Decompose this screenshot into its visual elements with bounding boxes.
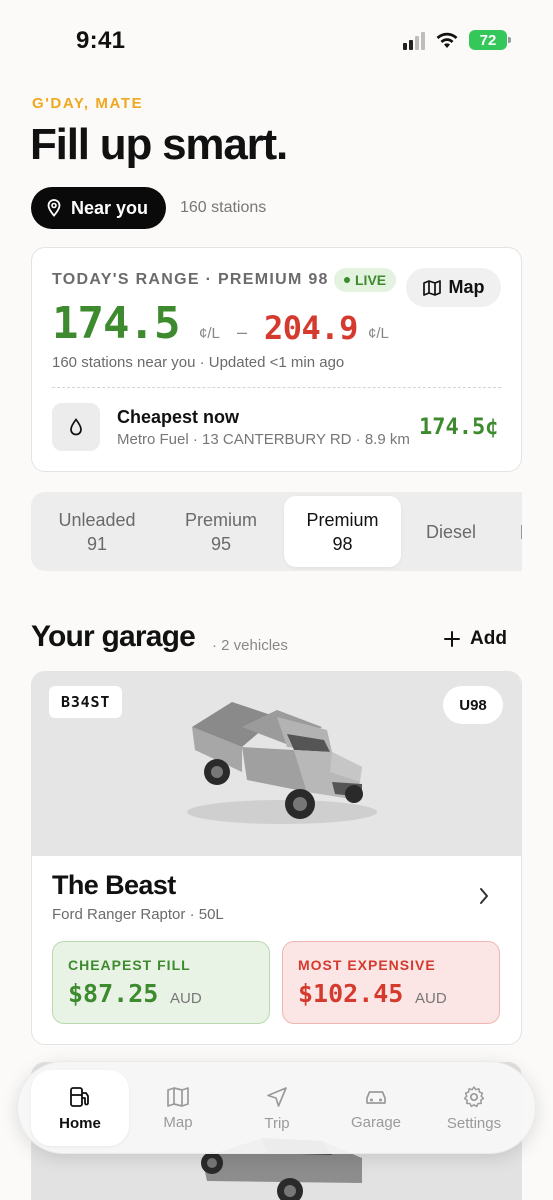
cheapest-now-price: 174.5¢ [419,415,499,440]
price-high: 204.9 [264,309,358,347]
map-icon [422,279,441,296]
tab-label: Unleaded [58,509,136,530]
cellular-signal-icon [403,30,425,50]
fuel-type-chip: U98 [443,686,503,724]
tab-trip[interactable]: Trip [228,1070,326,1146]
garage-title: Your garage [31,620,196,653]
tab-label: Diesel [425,521,477,542]
cheapest-icon-box [52,403,100,451]
tab-label: Premium [184,509,257,530]
price-high-unit: ¢/L [368,325,389,342]
live-badge: LIVE [334,268,397,292]
most-expensive-value: $102.45 [298,979,404,1008]
chevron-right-icon[interactable] [478,886,490,906]
tab-premium-98[interactable]: Premium 98 [284,496,401,567]
station-count: 160 stations [180,199,267,216]
range-subtext: 160 stations near you · Updated <1 min a… [52,354,345,371]
cheapest-fill-label: CHEAPEST FILL [68,957,191,973]
most-expensive-box: MOST EXPENSIVE $102.45 AUD [282,941,500,1024]
location-pill-label: Near you [71,197,149,218]
most-expensive-currency: AUD [415,990,447,1007]
tab-next-partial[interactable] [517,496,522,567]
plus-icon [444,631,460,647]
tab-trip-label: Trip [264,1114,290,1132]
fuel-drop-icon [70,418,82,436]
tab-garage-label: Garage [350,1113,402,1131]
battery-icon: 72 [469,30,511,50]
tab-unleaded-91[interactable]: Unleaded 91 [35,496,159,567]
tab-garage[interactable]: Garage [327,1070,425,1146]
tab-premium-95[interactable]: Premium 95 [161,496,281,567]
tab-map[interactable]: Map [129,1070,227,1146]
gear-icon [463,1085,485,1107]
location-pin-icon [47,199,61,217]
divider [52,387,501,388]
cheapest-fill-box: CHEAPEST FILL $87.25 AUD [52,941,270,1024]
cheapest-now-detail: Metro Fuel · 13 CANTERBURY RD · 8.9 km [117,431,410,448]
add-vehicle-label: Add [470,628,507,649]
location-pill[interactable]: Near you [31,187,167,229]
tab-home[interactable]: Home [31,1070,129,1146]
tab-map-label: Map [163,1113,193,1131]
vehicle-model: Ford Ranger Raptor · 50L [52,906,224,923]
page-title: Fill up smart. [30,120,288,169]
vehicle-name: The Beast [52,870,176,900]
fuel-pump-icon [70,1086,89,1107]
car-icon [366,1090,386,1104]
greeting: G'DAY, MATE [32,95,144,112]
live-badge-label: LIVE [355,272,387,288]
map-button[interactable]: Map [406,268,501,307]
map-button-label: Map [448,277,485,297]
live-dot-icon [344,277,350,283]
most-expensive-label: MOST EXPENSIVE [298,957,436,973]
cheapest-fill-value: $87.25 [68,979,159,1008]
wifi-icon [436,32,458,48]
cheapest-now-title[interactable]: Cheapest now [117,407,239,428]
garage-count: · 2 vehicles [212,637,288,654]
range-separator: – [237,322,248,342]
navigation-arrow-icon [267,1086,287,1107]
range-label: TODAY'S RANGE · PREMIUM 98 [52,271,329,288]
bottom-tab-bar: Home Map Trip Garage Settings [17,1061,536,1154]
price-low-unit: ¢/L [199,325,220,342]
tab-settings-label: Settings [446,1114,502,1132]
map-icon [167,1086,189,1107]
status-icons: 72 [403,30,511,50]
battery-level: 72 [479,31,497,49]
tab-label: Premium [306,509,379,530]
tab-label: 91 [86,533,108,554]
status-time: 9:41 [76,27,126,54]
tab-diesel[interactable]: Diesel [403,496,499,567]
license-plate: B34ST [49,686,123,718]
add-vehicle-button[interactable]: Add [444,628,507,650]
tab-label: 95 [210,533,232,554]
price-low: 174.5 [52,298,180,349]
tab-home-label: Home [59,1114,101,1132]
cheapest-fill-currency: AUD [170,990,202,1007]
fuel-type-tabs: Unleaded 91 Premium 95 Premium 98 Diesel [31,492,522,571]
tab-label: 98 [332,533,353,554]
tab-settings[interactable]: Settings [425,1070,523,1146]
